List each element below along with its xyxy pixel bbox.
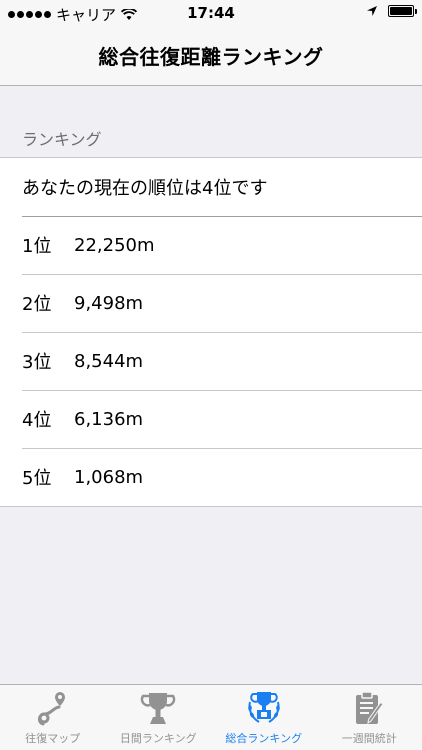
rank-label: 5位 [22, 468, 52, 489]
tab-round-trip-map[interactable]: 往復マップ [0, 685, 106, 750]
rank-label: 4位 [22, 410, 52, 431]
navigation-bar: 総合往復距離ランキング [0, 26, 422, 86]
distance-value: 9,498m [74, 292, 144, 314]
table-row[interactable]: 1位 22,250m [0, 216, 422, 274]
rank-label: 1位 [22, 236, 52, 257]
clipboard-pen-icon [356, 691, 384, 725]
location-arrow-icon [367, 6, 377, 16]
distance-value: 1,068m [74, 466, 144, 488]
rank-label: 3位 [22, 352, 52, 373]
section-header: ランキング [22, 130, 102, 149]
tab-daily-ranking[interactable]: 日間ランキング [106, 685, 212, 750]
ranking-table: あなたの現在の順位は4位です 1位 22,250m 2位 9,498m 3位 8… [0, 157, 422, 507]
battery-icon [388, 5, 417, 17]
status-time: 17:44 [187, 4, 235, 22]
status-bar: キャリア 17:44 [0, 0, 422, 26]
my-rank-row[interactable]: あなたの現在の順位は4位です [0, 158, 422, 216]
map-pin-icon [37, 692, 65, 726]
tab-total-ranking[interactable]: 総合ランキング [211, 685, 317, 750]
trophy-laurel-icon [247, 692, 280, 723]
trophy-icon [140, 693, 176, 724]
tab-label: 往復マップ [25, 732, 81, 745]
table-row[interactable]: 4位 6,136m [0, 390, 422, 448]
distance-value: 8,544m [74, 350, 144, 372]
distance-value: 6,136m [74, 408, 144, 430]
table-row[interactable]: 5位 1,068m [0, 448, 422, 506]
tab-bar: 往復マップ 日間ランキング 総合ランキング 一週間統計 [0, 684, 422, 750]
tab-weekly-stats[interactable]: 一週間統計 [317, 685, 422, 750]
rank-label: 2位 [22, 294, 52, 315]
tab-label: 一週間統計 [341, 732, 397, 745]
table-row[interactable]: 3位 8,544m [0, 332, 422, 390]
table-row[interactable]: 2位 9,498m [0, 274, 422, 332]
tab-label: 日間ランキング [119, 732, 197, 745]
status-right [366, 5, 417, 17]
tab-label: 総合ランキング [225, 732, 303, 745]
distance-value: 22,250m [74, 234, 155, 256]
page-title: 総合往復距離ランキング [98, 45, 324, 69]
my-rank-text: あなたの現在の順位は4位です [22, 178, 268, 199]
